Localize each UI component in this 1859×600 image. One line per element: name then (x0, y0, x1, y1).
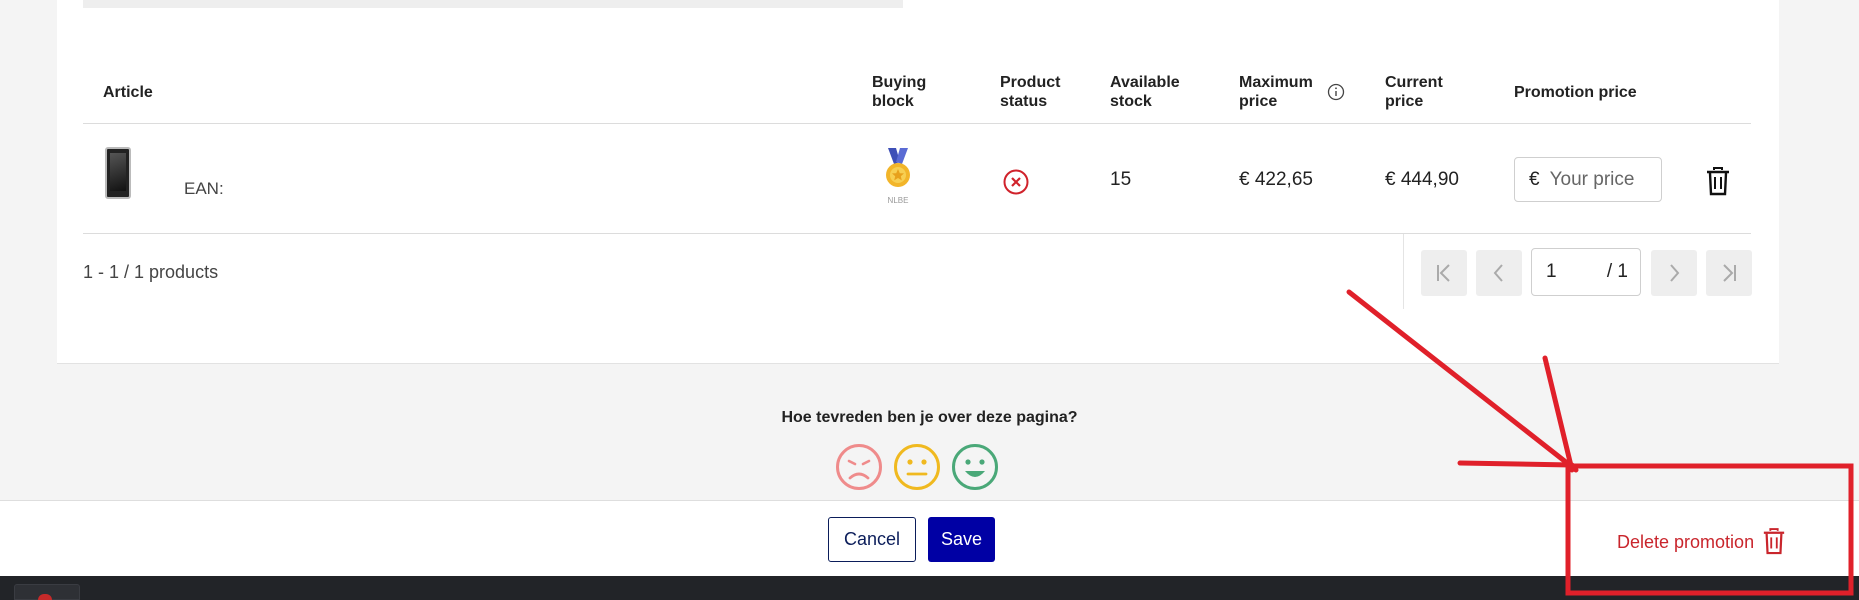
header-maximum-price: Maximum price (1239, 74, 1313, 110)
buying-block-badge: NLBE (888, 196, 909, 205)
delete-promotion-button[interactable]: Delete promotion (1617, 528, 1786, 556)
next-page-button[interactable] (1651, 250, 1697, 296)
trash-icon (1763, 528, 1785, 555)
happy-face-icon[interactable] (951, 443, 999, 491)
pagination-divider (1403, 234, 1404, 309)
current-price-value: € 444,90 (1385, 169, 1459, 190)
top-divider (83, 0, 903, 8)
save-button[interactable]: Save (928, 517, 995, 562)
taskbar-app-icon (38, 594, 52, 600)
taskbar (0, 576, 1859, 600)
trash-icon[interactable] (1705, 167, 1731, 197)
info-icon[interactable] (1327, 83, 1345, 101)
header-promotion-price: Promotion price (1514, 84, 1637, 101)
header-current-price: Current price (1385, 74, 1443, 110)
header-product-status: Product status (1000, 74, 1061, 110)
promotion-price-input[interactable] (1549, 168, 1655, 191)
chevron-right-icon (1670, 264, 1680, 282)
header-article: Article (103, 84, 153, 101)
last-page-icon (1723, 264, 1736, 282)
current-page: 1 (1546, 261, 1557, 282)
feedback-question: Hoe tevreden ben je over deze pagina? (781, 409, 1078, 426)
last-page-button[interactable] (1706, 250, 1752, 296)
table-header: Article Buying block Product status Availa… (83, 62, 1751, 124)
pagination-summary: 1 - 1 / 1 products (83, 262, 219, 282)
ean-label: EAN: (184, 179, 224, 198)
neutral-face-icon[interactable] (893, 443, 941, 491)
sad-face-icon[interactable] (835, 443, 883, 491)
product-thumbnail[interactable] (105, 147, 131, 199)
page-number-input[interactable]: 1 / 1 (1531, 248, 1641, 296)
currency-symbol: € (1529, 168, 1540, 190)
prev-page-button[interactable] (1476, 250, 1522, 296)
x-circle-icon (1003, 169, 1029, 195)
first-page-icon (1437, 264, 1450, 282)
total-pages: / 1 (1606, 261, 1628, 282)
delete-promotion-label: Delete promotion (1617, 531, 1755, 552)
table-row: EAN: NLBE 15 € 422,65 € 444,90 € (83, 124, 1751, 234)
maximum-price-value: € 422,65 (1239, 169, 1313, 190)
promotion-price-field[interactable]: € (1514, 157, 1662, 202)
header-available-stock: Available stock (1110, 74, 1180, 110)
medal-icon: NLBE (886, 148, 910, 205)
stock-value: 15 (1110, 169, 1132, 190)
chevron-left-icon (1493, 264, 1503, 282)
cancel-button[interactable]: Cancel (828, 517, 916, 562)
header-buying-block: Buying block (872, 74, 927, 110)
first-page-button[interactable] (1421, 250, 1467, 296)
annotation-arrow (1457, 460, 1575, 468)
